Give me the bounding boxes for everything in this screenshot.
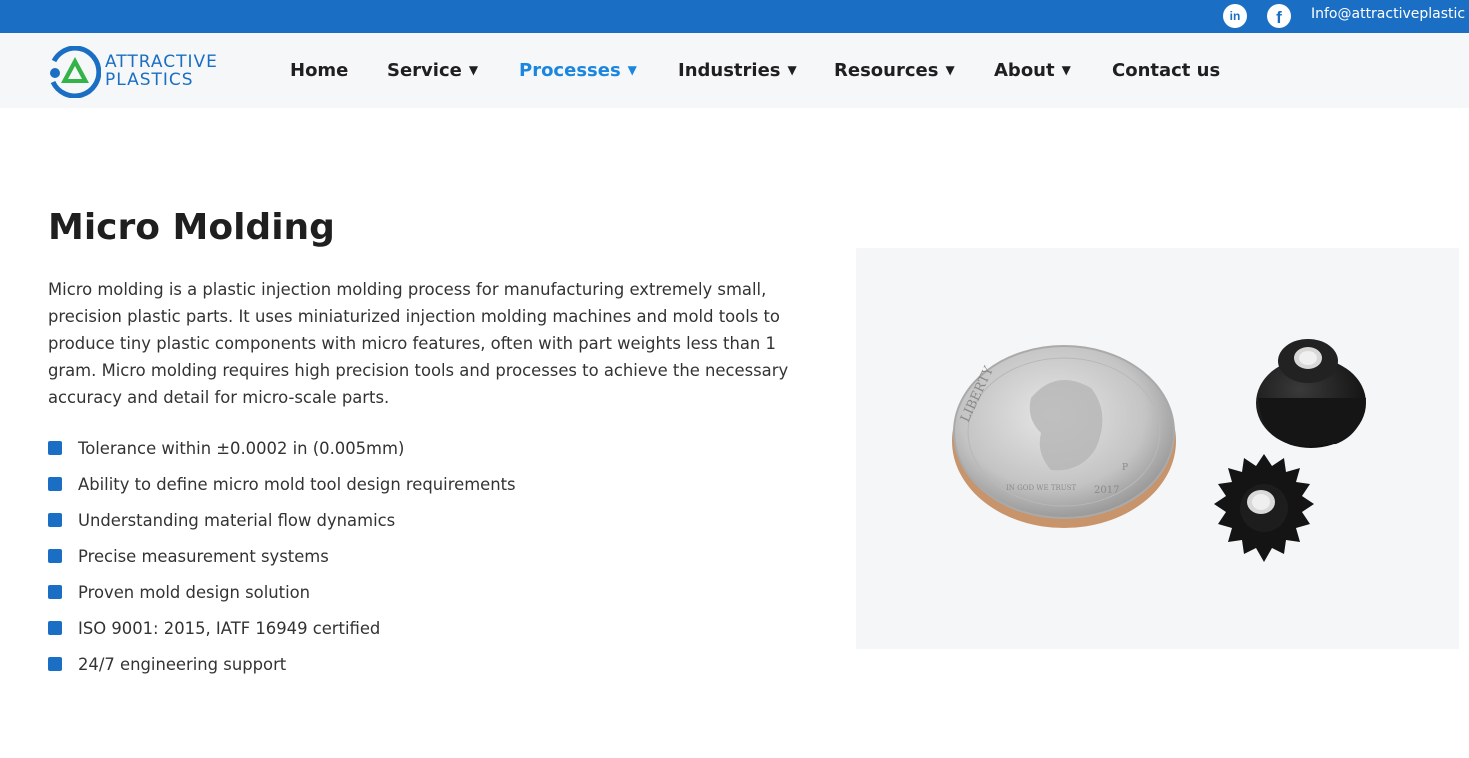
feature-list: Tolerance within ±0.0002 in (0.005mm) Ab… (48, 430, 516, 682)
logo-line-2: PLASTICS (105, 70, 194, 90)
nav-about-label: About (994, 60, 1055, 81)
top-bar: in f Info@attractiveplastic (0, 0, 1469, 33)
page-description: Micro molding is a plastic injection mol… (48, 280, 789, 407)
feature-text: Ability to define micro mold tool design… (78, 474, 516, 494)
feature-text: Precise measurement systems (78, 546, 329, 566)
nav-industries[interactable]: Industries ▼ (678, 33, 797, 108)
caret-down-icon: ▼ (468, 62, 479, 77)
facebook-icon[interactable]: f (1267, 4, 1291, 28)
nav-service-label: Service (387, 60, 462, 81)
micro-parts-image: LIBERTY IN GOD WE TRUST 2017 P (952, 339, 1366, 562)
linkedin-glyph: in (1229, 9, 1241, 23)
caret-down-icon: ▼ (787, 62, 797, 77)
feature-text: Proven mold design solution (78, 582, 311, 602)
list-item: Proven mold design solution (48, 574, 516, 610)
bullet-icon (48, 477, 62, 491)
nav-contact[interactable]: Contact us (1112, 33, 1220, 108)
logo-line-1: ATTRACTIVE (105, 52, 218, 72)
coin-year-text: 2017 (1094, 485, 1119, 496)
caret-down-icon: ▼ (945, 62, 955, 77)
email-link[interactable]: Info@attractiveplastic (1311, 6, 1465, 22)
logo-text: ATTRACTIVE PLASTICS (105, 53, 218, 89)
gear-shape (1214, 454, 1314, 562)
feature-text: ISO 9001: 2015, IATF 16949 certified (78, 618, 381, 638)
bullet-icon (48, 441, 62, 455)
list-item: Ability to define micro mold tool design… (48, 466, 516, 502)
nav-industries-label: Industries (678, 60, 781, 81)
bullet-icon (48, 549, 62, 563)
feature-text: Tolerance within ±0.0002 in (0.005mm) (78, 438, 405, 458)
facebook-glyph: f (1276, 7, 1282, 27)
caret-down-icon: ▼ (1061, 62, 1071, 77)
nav-resources-label: Resources (834, 60, 939, 81)
list-item: 24/7 engineering support (48, 646, 516, 682)
nav-home-label: Home (290, 60, 349, 81)
main-navbar: ATTRACTIVE PLASTICS Home Service ▼ Proces… (0, 33, 1469, 108)
bullet-icon (48, 585, 62, 599)
feature-text: Understanding material flow dynamics (78, 510, 396, 530)
feature-text: 24/7 engineering support (78, 654, 287, 674)
list-item: Precise measurement systems (48, 538, 516, 574)
list-item: Tolerance within ±0.0002 in (0.005mm) (48, 430, 516, 466)
logo-mark-icon (50, 46, 101, 98)
bullet-icon (48, 621, 62, 635)
linkedin-icon[interactable]: in (1223, 4, 1247, 28)
nav-processes-label: Processes (519, 60, 621, 81)
product-photo: LIBERTY IN GOD WE TRUST 2017 P (856, 248, 1459, 649)
bullet-icon (48, 513, 62, 527)
nav-about[interactable]: About ▼ (994, 33, 1071, 108)
caret-down-icon: ▼ (627, 62, 637, 77)
nav-contact-label: Contact us (1112, 60, 1221, 81)
page-title: Micro Molding (48, 207, 335, 248)
logo[interactable]: ATTRACTIVE PLASTICS (49, 46, 239, 98)
bullet-icon (48, 657, 62, 671)
nav-service[interactable]: Service ▼ (387, 33, 478, 108)
nav-home[interactable]: Home (290, 33, 348, 108)
coin-mint-text: P (1122, 463, 1128, 473)
nav-resources[interactable]: Resources ▼ (834, 33, 955, 108)
list-item: Understanding material flow dynamics (48, 502, 516, 538)
coin-motto-text: IN GOD WE TRUST (1006, 484, 1076, 492)
nav-processes[interactable]: Processes ▼ (519, 33, 637, 108)
list-item: ISO 9001: 2015, IATF 16949 certified (48, 610, 516, 646)
